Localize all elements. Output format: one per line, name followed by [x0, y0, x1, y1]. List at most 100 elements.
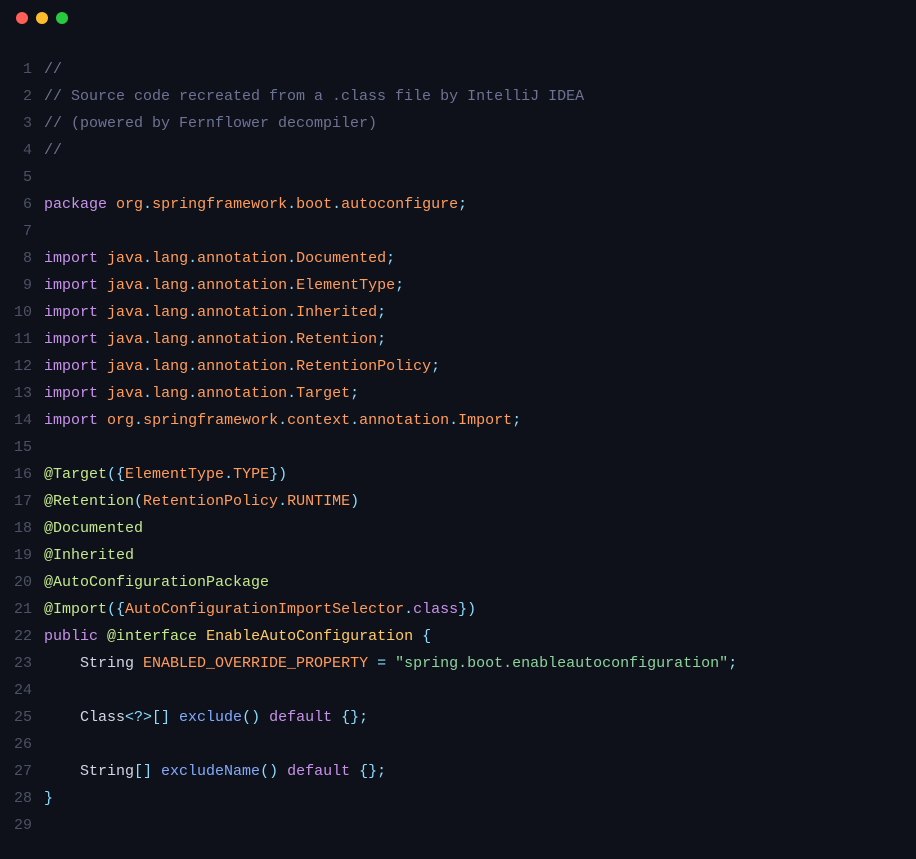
token-punct: ; [458, 196, 467, 213]
line-number: 22 [0, 623, 44, 650]
token-pkg: RetentionPolicy [143, 493, 278, 510]
code-content: // (powered by Fernflower decompiler) [44, 110, 377, 137]
code-line: 2// Source code recreated from a .class … [0, 83, 916, 110]
token-pkg: java [107, 250, 143, 267]
code-content: // [44, 56, 62, 83]
code-content: Class<?>[] exclude() default {}; [44, 704, 368, 731]
token-keyword: default [287, 763, 350, 780]
token-punct: {}; [341, 709, 368, 726]
token-pkg: lang [152, 250, 188, 267]
token-annotation: @interface [107, 628, 197, 645]
token-punct: = [377, 655, 386, 672]
maximize-icon[interactable] [56, 12, 68, 24]
token-default-text [332, 709, 341, 726]
minimize-icon[interactable] [36, 12, 48, 24]
token-punct: . [143, 358, 152, 375]
line-number: 1 [0, 56, 44, 83]
code-content: @Import({AutoConfigurationImportSelector… [44, 596, 476, 623]
code-editor[interactable]: 1//2// Source code recreated from a .cla… [0, 36, 916, 859]
code-content: import java.lang.annotation.Retention; [44, 326, 386, 353]
line-number: 15 [0, 434, 44, 461]
code-line: 21@Import({AutoConfigurationImportSelect… [0, 596, 916, 623]
token-comment: // [44, 142, 62, 159]
token-punct: ; [377, 331, 386, 348]
token-pkg: annotation [197, 331, 287, 348]
line-number: 29 [0, 812, 44, 839]
token-keyword: import [44, 331, 98, 348]
line-number: 24 [0, 677, 44, 704]
token-keyword: import [44, 385, 98, 402]
line-number: 12 [0, 353, 44, 380]
code-content: // [44, 137, 62, 164]
token-pkg: annotation [197, 358, 287, 375]
token-comment: // [44, 61, 62, 78]
token-pkg: autoconfigure [341, 196, 458, 213]
token-pkg: ENABLED_OVERRIDE_PROPERTY [143, 655, 368, 672]
token-pkg: context [287, 412, 350, 429]
token-punct: <?>[] [125, 709, 170, 726]
token-keyword: import [44, 250, 98, 267]
close-icon[interactable] [16, 12, 28, 24]
token-pkg: ElementType [125, 466, 224, 483]
token-punct: . [188, 250, 197, 267]
line-number: 27 [0, 758, 44, 785]
line-number: 6 [0, 191, 44, 218]
code-line: 7 [0, 218, 916, 245]
token-keyword: import [44, 412, 98, 429]
token-string: "spring.boot.enableautoconfiguration" [395, 655, 728, 672]
token-pkg: Import [458, 412, 512, 429]
token-punct: . [287, 196, 296, 213]
line-number: 21 [0, 596, 44, 623]
line-number: 8 [0, 245, 44, 272]
code-line: 24 [0, 677, 916, 704]
code-content: import java.lang.annotation.ElementType; [44, 272, 404, 299]
token-punct: . [143, 304, 152, 321]
token-annotation: @Inherited [44, 547, 134, 564]
token-punct: () [260, 763, 278, 780]
code-line: 20@AutoConfigurationPackage [0, 569, 916, 596]
token-punct: . [143, 196, 152, 213]
token-method: exclude [179, 709, 242, 726]
token-keyword: default [269, 709, 332, 726]
code-content: @Inherited [44, 542, 134, 569]
token-pkg: annotation [197, 304, 287, 321]
token-punct: ; [386, 250, 395, 267]
token-pkg: java [107, 331, 143, 348]
code-line: 15 [0, 434, 916, 461]
token-keyword: package [44, 196, 107, 213]
token-comment: // (powered by Fernflower decompiler) [44, 115, 377, 132]
token-default-text: String [44, 655, 143, 672]
token-punct: . [134, 412, 143, 429]
code-content: import java.lang.annotation.Target; [44, 380, 359, 407]
code-line: 19@Inherited [0, 542, 916, 569]
token-pkg: TYPE [233, 466, 269, 483]
token-punct: {}; [359, 763, 386, 780]
line-number: 18 [0, 515, 44, 542]
token-punct: . [287, 250, 296, 267]
token-pkg: java [107, 358, 143, 375]
token-method: excludeName [161, 763, 260, 780]
token-annotation: @Target [44, 466, 107, 483]
code-line: 26 [0, 731, 916, 758]
token-annotation: @AutoConfigurationPackage [44, 574, 269, 591]
code-content: } [44, 785, 53, 812]
code-line: 14import org.springframework.context.ann… [0, 407, 916, 434]
token-default-text [278, 763, 287, 780]
token-default-text [350, 763, 359, 780]
token-punct: () [242, 709, 260, 726]
token-pkg: java [107, 385, 143, 402]
token-punct: . [143, 277, 152, 294]
token-pkg: AutoConfigurationImportSelector [125, 601, 404, 618]
token-punct: ({ [107, 466, 125, 483]
code-content: public @interface EnableAutoConfiguratio… [44, 623, 431, 650]
token-punct: . [404, 601, 413, 618]
token-pkg: Retention [296, 331, 377, 348]
token-punct: [] [134, 763, 152, 780]
token-default-text [98, 277, 107, 294]
code-content: @Retention(RetentionPolicy.RUNTIME) [44, 488, 359, 515]
code-line: 12import java.lang.annotation.RetentionP… [0, 353, 916, 380]
token-punct: }) [269, 466, 287, 483]
token-punct: . [143, 331, 152, 348]
token-default-text [170, 709, 179, 726]
token-punct: { [422, 628, 431, 645]
